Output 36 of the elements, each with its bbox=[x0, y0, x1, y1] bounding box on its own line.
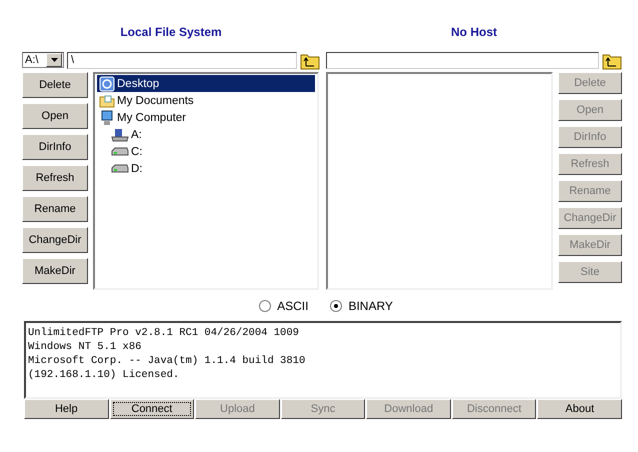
path-field[interactable] bbox=[326, 52, 599, 68]
radio-label: BINARY bbox=[348, 299, 393, 313]
action-button[interactable]: ChangeDir bbox=[22, 227, 88, 253]
computer-icon bbox=[99, 110, 115, 126]
toolbar-button[interactable]: Connect bbox=[110, 399, 194, 419]
action-button[interactable]: Refresh bbox=[22, 165, 88, 191]
drive-dropdown[interactable]: A:\ bbox=[22, 52, 64, 68]
action-button[interactable]: DirInfo bbox=[22, 134, 88, 160]
panel-title: Local File System bbox=[120, 24, 222, 41]
action-button[interactable]: MakeDir bbox=[22, 258, 88, 284]
radio-label: ASCII bbox=[277, 299, 308, 313]
radio-button[interactable] bbox=[330, 300, 342, 312]
log-line: UnlimitedFTP Pro v2.8.1 RC1 04/26/2004 1009 bbox=[28, 326, 300, 340]
toolbar-button[interactable]: About bbox=[537, 399, 622, 419]
toolbar-button[interactable]: Help bbox=[24, 399, 109, 419]
log-line: Microsoft Corp. -- Java(tm) 1.1.4 build 3810 bbox=[28, 354, 306, 368]
tree-item[interactable]: My Computer bbox=[117, 112, 186, 124]
tree-item[interactable]: C: bbox=[131, 146, 142, 158]
radio-button[interactable] bbox=[259, 300, 272, 312]
action-button[interactable]: Open bbox=[22, 103, 88, 129]
action-button[interactable]: Delete bbox=[22, 72, 88, 98]
log-line: (192.168.1.10) Licensed. bbox=[28, 368, 180, 382]
tree-item[interactable]: My Documents bbox=[117, 94, 194, 106]
folder-icon bbox=[99, 92, 115, 108]
floppy-drive-icon bbox=[111, 128, 129, 142]
desktop-icon bbox=[99, 76, 115, 92]
dropdown-arrow-icon bbox=[50, 58, 58, 62]
path-field[interactable]: \ bbox=[67, 52, 297, 68]
panel-title: No Host bbox=[451, 24, 497, 41]
hard-drive-icon bbox=[111, 162, 129, 174]
action-button[interactable]: Rename bbox=[22, 196, 88, 222]
tree-item[interactable]: Desktop bbox=[117, 78, 160, 90]
hard-drive-icon bbox=[111, 146, 129, 158]
tree-item[interactable]: A: bbox=[131, 128, 142, 140]
tree-item[interactable]: D: bbox=[131, 162, 142, 174]
log-line: Windows NT 5.1 x86 bbox=[28, 340, 142, 354]
